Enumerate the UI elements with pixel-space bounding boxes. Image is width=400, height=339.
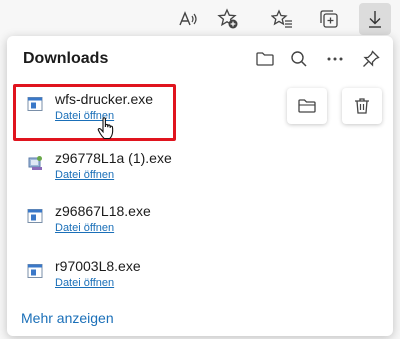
- pin-icon: [363, 50, 380, 67]
- collections-button[interactable]: [313, 3, 345, 35]
- pin-button[interactable]: [357, 45, 385, 73]
- read-aloud-button[interactable]: [172, 3, 204, 35]
- highlight-box: [13, 84, 176, 141]
- show-more-link[interactable]: Mehr anzeigen: [21, 310, 114, 326]
- open-folder-icon: [256, 52, 274, 66]
- download-file-name: z96867L18.exe: [55, 203, 151, 219]
- search-downloads-button[interactable]: [285, 45, 313, 73]
- open-file-link[interactable]: Datei öffnen: [55, 169, 114, 181]
- download-file-name: z96778L1a (1).exe: [55, 150, 172, 166]
- open-file-link[interactable]: Datei öffnen: [55, 222, 114, 234]
- open-file-link[interactable]: Datei öffnen: [55, 277, 114, 289]
- open-downloads-folder-button[interactable]: [251, 45, 279, 73]
- show-in-folder-button[interactable]: [287, 88, 327, 124]
- download-item[interactable]: z96778L1a (1).exe Datei öffnen: [15, 145, 385, 199]
- download-item[interactable]: z96867L18.exe Datei öffnen: [15, 198, 385, 252]
- trash-icon: [355, 98, 369, 114]
- read-aloud-icon: [179, 11, 197, 26]
- more-options-button[interactable]: [321, 45, 349, 73]
- folder-icon: [298, 99, 316, 113]
- browser-toolbar: [0, 0, 400, 38]
- downloads-panel: Downloads wfs-drucker.exe Datei öffnen z…: [7, 36, 393, 336]
- exe-file-icon: [27, 209, 43, 223]
- panel-title: Downloads: [23, 50, 109, 67]
- hand-cursor-icon: [97, 117, 114, 140]
- collections-icon: [320, 10, 338, 28]
- search-icon: [291, 51, 307, 67]
- downloads-icon: [369, 11, 381, 28]
- downloads-button[interactable]: [359, 3, 391, 35]
- download-item[interactable]: r97003L8.exe Datei öffnen: [15, 253, 385, 307]
- add-favorite-icon: [217, 8, 238, 29]
- exe-file-icon: [27, 264, 43, 278]
- favorites-button[interactable]: [266, 3, 298, 35]
- favorites-icon: [271, 9, 292, 28]
- installer-file-icon: [28, 156, 42, 170]
- download-file-name: r97003L8.exe: [55, 258, 141, 274]
- add-favorite-button[interactable]: [212, 3, 244, 35]
- delete-download-button[interactable]: [342, 88, 382, 124]
- more-options-icon: [327, 57, 343, 61]
